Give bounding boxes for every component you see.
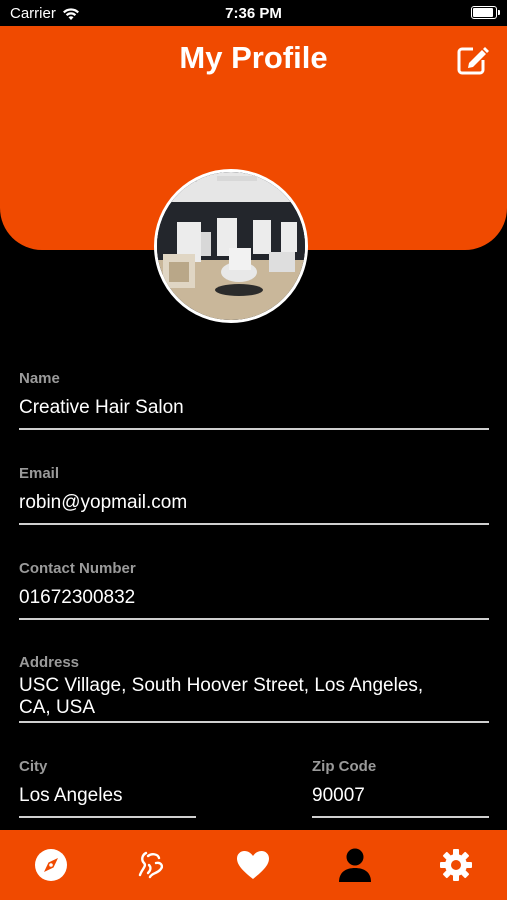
city-value: Los Angeles	[19, 785, 123, 806]
email-value: robin@yopmail.com	[19, 492, 188, 513]
contact-number-underline	[19, 618, 489, 620]
zip-code-value: 90007	[312, 785, 365, 806]
city-field[interactable]: City Los Angeles	[19, 758, 196, 818]
tab-explore[interactable]	[29, 843, 73, 887]
address-underline	[19, 721, 489, 723]
name-underline	[19, 428, 489, 430]
page-title: My Profile	[179, 40, 328, 75]
name-label: Name	[19, 370, 60, 387]
hair-icon	[138, 851, 164, 879]
address-label: Address	[19, 654, 80, 671]
contact-number-label: Contact Number	[19, 560, 136, 577]
zip-code-underline	[312, 816, 489, 818]
status-bar: Carrier 7:36 PM	[0, 0, 507, 26]
tab-services[interactable]	[130, 843, 174, 887]
contact-number-value: 01672300832	[19, 587, 136, 608]
city-underline	[19, 816, 196, 818]
edit-profile-button[interactable]	[455, 43, 489, 77]
address-value-line2: CA, USA	[19, 697, 96, 718]
settings-icon	[440, 849, 473, 881]
email-field[interactable]: Email robin@yopmail.com	[19, 465, 489, 525]
zip-code-field[interactable]: Zip Code 90007	[312, 758, 489, 818]
compass-icon	[34, 849, 67, 881]
tab-bar	[0, 830, 507, 900]
email-underline	[19, 523, 489, 525]
salon-photo	[157, 172, 305, 320]
name-value: Creative Hair Salon	[19, 397, 184, 418]
contact-number-field[interactable]: Contact Number 01672300832	[19, 560, 489, 620]
edit-icon	[457, 47, 489, 75]
battery-icon	[471, 6, 500, 19]
profile-icon	[338, 848, 371, 882]
tab-settings[interactable]	[434, 843, 478, 887]
zip-code-label: Zip Code	[312, 758, 377, 775]
address-value-line1: USC Village, South Hoover Street, Los An…	[19, 675, 424, 696]
tab-favorites[interactable]	[231, 843, 275, 887]
address-field[interactable]: Address USC Village, South Hoover Street…	[19, 654, 489, 723]
name-field[interactable]: Name Creative Hair Salon	[19, 370, 489, 430]
heart-icon	[237, 851, 270, 879]
tab-profile[interactable]	[333, 843, 377, 887]
status-time: 7:36 PM	[225, 5, 282, 22]
city-label: City	[19, 758, 48, 775]
email-label: Email	[19, 465, 60, 482]
profile-avatar[interactable]	[154, 169, 308, 323]
